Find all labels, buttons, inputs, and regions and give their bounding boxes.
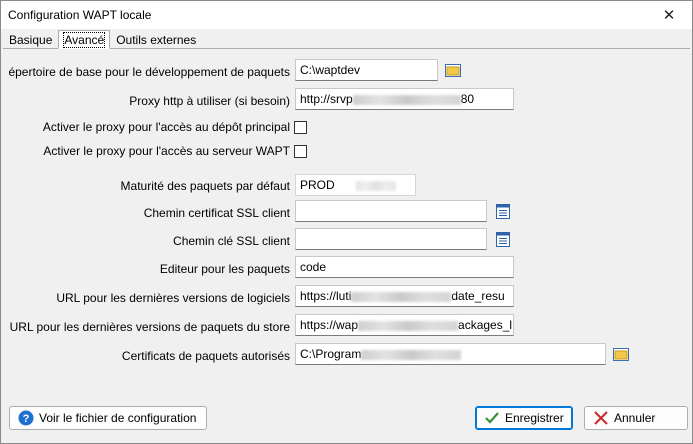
url-store-input[interactable]: https://wap ackages_l	[295, 314, 514, 336]
editor-label: Editeur pour les paquets	[159, 262, 290, 276]
tab-outils-externes[interactable]: Outils externes	[110, 30, 203, 49]
folder-icon	[445, 64, 461, 77]
dev-base-dir-browse-button[interactable]	[444, 61, 462, 79]
proxy-value-suffix: 80	[460, 92, 475, 106]
ssl-key-input[interactable]	[295, 228, 487, 250]
url-store-suffix: ackages_l	[458, 318, 513, 332]
save-button[interactable]: Enregistrer	[475, 406, 573, 430]
tab-strip: Basique Avancé Outils externes	[3, 30, 203, 49]
tab-basique-label: Basique	[9, 33, 53, 47]
cancel-button[interactable]: Annuler	[584, 406, 688, 430]
document-list-icon	[496, 231, 510, 247]
proxy-value-prefix: http://srvp	[300, 92, 353, 106]
proxy-server-label: Activer le proxy pour l'accès au serveur…	[43, 144, 290, 158]
ssl-key-browse-button[interactable]	[494, 230, 512, 248]
url-soft-suffix: date_resu	[451, 289, 505, 303]
url-soft-input[interactable]: https://luti date_resu	[295, 285, 514, 307]
ssl-key-label: Chemin clé SSL client	[173, 234, 290, 248]
folder-icon	[613, 348, 629, 361]
close-button[interactable]: ✕	[646, 1, 692, 29]
cancel-x-icon	[594, 411, 608, 425]
tab-outils-label: Outils externes	[116, 33, 197, 47]
proxy-repo-checkbox[interactable]	[294, 121, 307, 134]
ssl-cert-label: Chemin certificat SSL client	[143, 206, 290, 220]
url-soft-prefix: https://luti	[300, 289, 352, 303]
ssl-cert-input[interactable]	[295, 200, 487, 222]
check-icon	[485, 412, 499, 424]
maturity-value: PROD	[300, 178, 335, 192]
ssl-cert-browse-button[interactable]	[494, 202, 512, 220]
proxy-server-checkbox[interactable]	[294, 145, 307, 158]
view-config-button[interactable]: ? Voir le fichier de configuration	[9, 406, 207, 430]
url-store-label: URL pour les dernières versions de paque…	[9, 320, 290, 334]
redacted-text	[356, 180, 397, 191]
redacted-text	[361, 349, 462, 360]
tab-avance-label: Avancé	[63, 32, 106, 48]
save-label: Enregistrer	[505, 411, 564, 425]
redacted-text	[358, 320, 459, 331]
tab-basique[interactable]: Basique	[3, 30, 59, 49]
config-window: Configuration WAPT locale ✕ Basique Avan…	[0, 0, 693, 444]
close-icon: ✕	[662, 7, 676, 24]
help-icon: ?	[18, 410, 34, 426]
view-config-label: Voir le fichier de configuration	[39, 411, 197, 425]
certs-label: Certificats de paquets autorisés	[121, 349, 290, 363]
dev-base-dir-value: C:\waptdev	[300, 63, 361, 77]
title-bar: Configuration WAPT locale ✕	[1, 1, 692, 29]
proxy-repo-label: Activer le proxy pour l'accès au dépôt p…	[42, 120, 290, 134]
url-soft-label: URL pour les dernières versions de logic…	[56, 291, 290, 305]
tab-avance[interactable]: Avancé	[58, 30, 111, 49]
redacted-text	[352, 94, 461, 105]
proxy-label: Proxy http à utiliser (si besoin)	[129, 94, 290, 108]
maturity-label: Maturité des paquets par défaut	[120, 179, 290, 193]
certs-browse-button[interactable]	[612, 345, 630, 363]
proxy-input[interactable]: http://srvp 80	[295, 88, 514, 110]
cancel-label: Annuler	[614, 411, 656, 425]
certs-input[interactable]: C:\Program	[295, 343, 606, 365]
redacted-text	[351, 291, 452, 302]
dev-base-dir-label: épertoire de base pour le développement …	[8, 65, 290, 79]
editor-value: code	[300, 260, 327, 274]
certs-prefix: C:\Program	[300, 347, 362, 361]
dev-base-dir-input[interactable]: C:\waptdev	[295, 59, 438, 81]
window-title: Configuration WAPT locale	[8, 8, 152, 22]
editor-input[interactable]: code	[295, 256, 514, 278]
url-store-prefix: https://wap	[300, 318, 359, 332]
svg-text:?: ?	[23, 413, 30, 425]
document-list-icon	[496, 203, 510, 219]
maturity-select[interactable]: PROD	[295, 174, 416, 196]
